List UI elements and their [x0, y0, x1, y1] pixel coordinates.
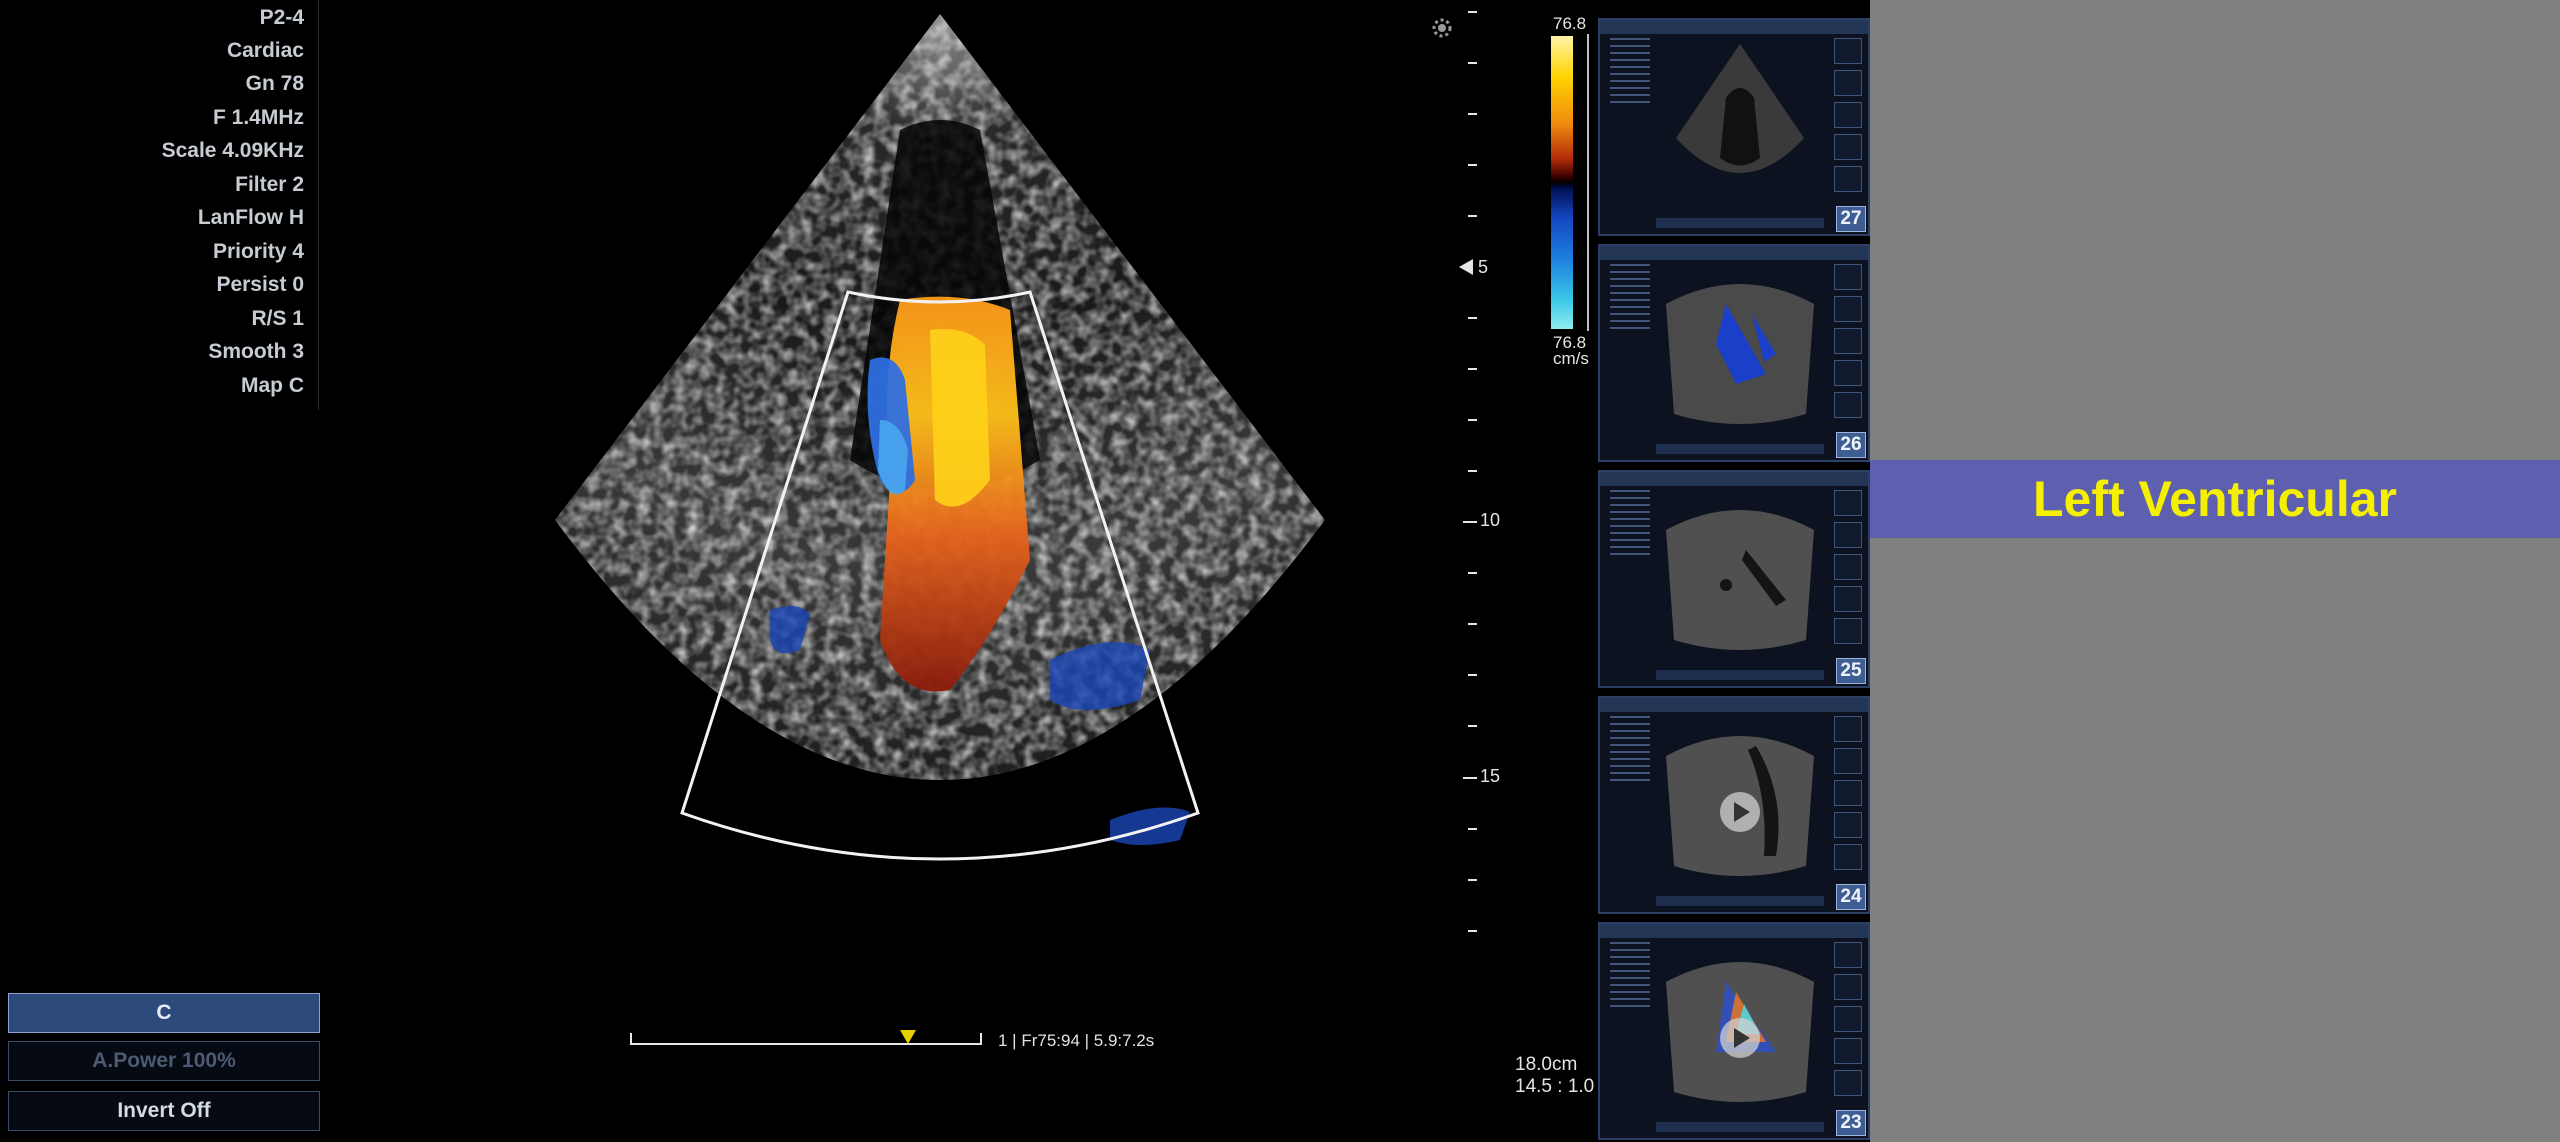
depth-info: 18.0cm 14.5 : 1.0: [1515, 1054, 1594, 1098]
thumbnail-params: [1604, 490, 1654, 660]
depth-label-10: 10: [1480, 510, 1501, 530]
depth-tick: [1468, 368, 1477, 370]
depth-tick-major: [1463, 521, 1477, 523]
thumbnail-25[interactable]: 25: [1598, 470, 1870, 688]
cine-timeline[interactable]: [630, 1043, 982, 1045]
thumbnail-27[interactable]: 27: [1598, 18, 1870, 236]
thumbnail-header: [1600, 924, 1868, 938]
depth-ruler: 5 10 15: [1445, 0, 1525, 950]
thumbnail-header: [1600, 698, 1868, 712]
thumbnail-footer: [1656, 670, 1824, 680]
depth-value: 18.0cm: [1515, 1054, 1578, 1075]
thumbnail-footer: [1656, 1122, 1824, 1132]
depth-tick: [1468, 623, 1477, 625]
cine-start-cap: [630, 1033, 632, 1045]
title-band: Left Ventricular: [1870, 460, 2560, 538]
cine-status-text: 1 | Fr75:94 | 5.9:7.2s: [998, 1031, 1155, 1050]
thumbnail-header: [1600, 472, 1868, 486]
focus-marker-icon[interactable]: [1459, 259, 1473, 275]
color-scale-unit: cm/s: [1553, 349, 1589, 368]
thumbnail-sidebar: [1834, 716, 1862, 876]
thumbnail-params: [1604, 264, 1654, 434]
thumbnail-sidebar: [1834, 490, 1862, 650]
depth-tick: [1468, 828, 1477, 830]
thumbnail-footer: [1656, 218, 1824, 228]
thumbnail-image: [1666, 736, 1814, 876]
thumbnail-sidebar: [1834, 38, 1862, 198]
depth-tick: [1468, 113, 1477, 115]
depth-tick: [1468, 62, 1477, 64]
thumbnail-number: 26: [1836, 432, 1866, 458]
thumbnail-number: 25: [1836, 658, 1866, 684]
thumbnail-params: [1604, 716, 1654, 886]
thumbnail-header: [1600, 20, 1868, 34]
cine-marker-icon[interactable]: [900, 1030, 916, 1044]
right-panel: Left Ventricular: [1870, 0, 2560, 1142]
depth-tick: [1468, 164, 1477, 166]
thumbnail-26[interactable]: 26: [1598, 244, 1870, 462]
thumbnail-footer: [1656, 896, 1824, 906]
color-scale-frame: [1573, 34, 1589, 331]
depth-tick: [1468, 879, 1477, 881]
thumbnail-header: [1600, 246, 1868, 260]
thumbnail-number: 23: [1836, 1110, 1866, 1136]
depth-tick: [1468, 572, 1477, 574]
depth-tick: [1468, 930, 1477, 932]
thumbnail-footer: [1656, 444, 1824, 454]
depth-tick: [1468, 470, 1477, 472]
depth-label-5: 5: [1478, 257, 1489, 277]
depth-tick: [1468, 419, 1477, 421]
depth-tick-major: [1463, 777, 1477, 779]
thumbnail-number: 27: [1836, 206, 1866, 232]
thumbnail-sidebar: [1834, 942, 1862, 1102]
thumbnail-params: [1604, 942, 1654, 1112]
cine-status-bar[interactable]: 1 | Fr75:94 | 5.9:7.2s: [630, 1030, 1190, 1060]
color-scale-bar: [1551, 36, 1573, 329]
thumbnail-number: 24: [1836, 884, 1866, 910]
depth-tick: [1468, 725, 1477, 727]
thumbnail-image: [1666, 284, 1814, 424]
thumbnail-params: [1604, 38, 1654, 208]
thumbnail-sidebar: [1834, 264, 1862, 424]
depth-tick: [1468, 11, 1477, 13]
depth-tick: [1468, 215, 1477, 217]
thumbnail-image: [1666, 962, 1814, 1102]
thumbnail-strip: 27 26 25 24 23: [1598, 18, 1870, 1142]
thumbnail-23[interactable]: 23: [1598, 922, 1870, 1140]
frame-ratio: 14.5 : 1.0: [1515, 1076, 1595, 1097]
color-scale-top-value: 76.8: [1553, 14, 1587, 33]
depth-tick: [1468, 317, 1477, 319]
cine-end-cap: [980, 1033, 982, 1045]
depth-label-15: 15: [1480, 766, 1501, 786]
depth-tick: [1468, 674, 1477, 676]
thumbnail-image: [1676, 44, 1804, 173]
thumbnail-24[interactable]: 24: [1598, 696, 1870, 914]
thumbnail-image: [1666, 510, 1814, 650]
title-text: Left Ventricular: [2033, 471, 2397, 527]
